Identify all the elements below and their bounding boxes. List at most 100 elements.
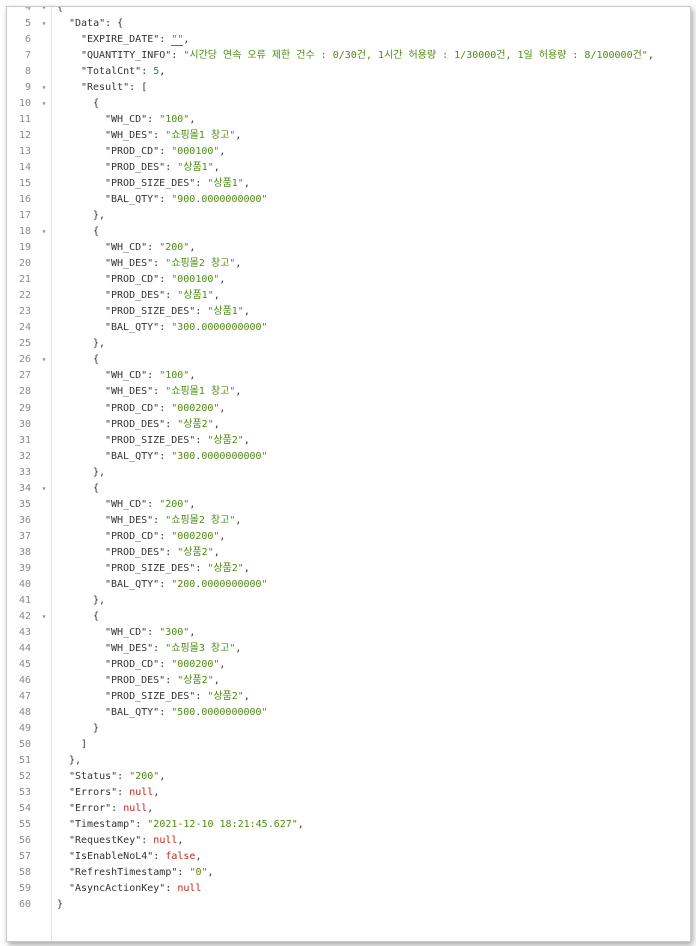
line-number: 33 bbox=[18, 466, 31, 478]
code-text: { bbox=[93, 224, 99, 240]
code-line: 35 "WH_CD": "200", bbox=[7, 497, 690, 513]
line-number: 15 bbox=[18, 178, 31, 190]
json-string: "상품2" bbox=[177, 674, 214, 686]
fold-toggle-icon[interactable]: ▾ bbox=[40, 609, 48, 625]
line-number: 60 bbox=[18, 899, 31, 911]
json-key: "Error" bbox=[69, 803, 112, 814]
json-punctuation: , bbox=[189, 242, 196, 254]
fold-toggle-icon[interactable]: ▾ bbox=[40, 16, 48, 32]
code-text: { bbox=[93, 481, 99, 497]
json-key: "PROD_DES" bbox=[105, 162, 166, 174]
code-text: "PROD_SIZE_DES": "상품1", bbox=[105, 176, 250, 192]
code-line: 23 "PROD_SIZE_DES": "상품1", bbox=[7, 304, 690, 320]
code-line: 42 ▾ { bbox=[7, 609, 690, 625]
code-line: 48 "BAL_QTY": "500.0000000000" bbox=[7, 705, 690, 721]
json-punctuation: , bbox=[195, 851, 202, 863]
json-key: "WH_DES" bbox=[105, 514, 154, 526]
json-punctuation: : bbox=[195, 306, 208, 318]
json-punctuation: , bbox=[297, 819, 304, 831]
code-text: "PROD_CD": "000200", bbox=[105, 657, 225, 673]
line-number: 47 bbox=[18, 690, 31, 702]
code-line: 34 ▾ { bbox=[7, 481, 690, 497]
json-key: "Errors" bbox=[69, 786, 118, 798]
line-number: 5 bbox=[24, 18, 31, 30]
json-punctuation: : bbox=[159, 34, 172, 46]
json-punctuation: }, bbox=[93, 210, 106, 222]
line-number: 51 bbox=[18, 754, 31, 766]
json-punctuation: , bbox=[147, 803, 154, 814]
code-text: "PROD_SIZE_DES": "상품2", bbox=[105, 689, 250, 705]
code-text: "PROD_SIZE_DES": "상품2", bbox=[105, 561, 250, 577]
line-number: 50 bbox=[18, 738, 31, 750]
line-number: 6 bbox=[24, 34, 31, 46]
line-number: 20 bbox=[18, 258, 31, 270]
code-text: "PROD_DES": "상품1", bbox=[105, 288, 220, 304]
code-line: 14 "PROD_DES": "상품1", bbox=[7, 160, 690, 176]
json-punctuation: : [ bbox=[129, 82, 148, 94]
code-line: 52 "Status": "200", bbox=[7, 769, 690, 785]
line-number: 9 bbox=[24, 82, 31, 94]
fold-toggle-icon[interactable]: ▾ bbox=[40, 80, 48, 96]
line-number: 28 bbox=[18, 386, 31, 398]
code-text: } bbox=[57, 897, 63, 913]
code-line: 40 "BAL_QTY": "200.0000000000" bbox=[7, 577, 690, 593]
fold-toggle-icon[interactable]: ▾ bbox=[40, 96, 48, 112]
json-punctuation: : bbox=[141, 66, 154, 78]
code-line: 41}, bbox=[7, 593, 690, 609]
fold-toggle-icon[interactable]: ▾ bbox=[40, 224, 48, 240]
json-string: "500.0000000000" bbox=[171, 706, 268, 718]
line-number: 37 bbox=[18, 530, 31, 542]
json-punctuation: , bbox=[213, 546, 220, 558]
code-line: 37 "PROD_CD": "000200", bbox=[7, 529, 690, 545]
code-text: "TotalCnt": 5, bbox=[81, 64, 165, 80]
code-line: 28 "WH_DES": "쇼핑몰1 창고", bbox=[7, 384, 690, 400]
code-text: }, bbox=[93, 465, 105, 481]
json-punctuation: : { bbox=[105, 18, 124, 30]
json-key: "PROD_DES" bbox=[105, 290, 166, 302]
code-text: "QUANTITY_INFO": "시간당 연속 오류 제한 건수 : 0/30… bbox=[81, 48, 654, 64]
json-string: "300" bbox=[159, 626, 190, 638]
line-number: 25 bbox=[18, 338, 31, 350]
json-string: "상품1" bbox=[207, 306, 244, 318]
json-punctuation: , bbox=[235, 258, 242, 270]
json-punctuation: , bbox=[235, 514, 242, 526]
json-punctuation: , bbox=[213, 674, 220, 686]
code-text: "PROD_CD": "000200", bbox=[105, 401, 225, 417]
line-number: 46 bbox=[18, 674, 31, 686]
json-punctuation: : bbox=[147, 242, 160, 254]
json-string: "100" bbox=[159, 114, 190, 126]
json-punctuation: , bbox=[235, 642, 242, 654]
code-line: 24 "BAL_QTY": "300.0000000000" bbox=[7, 320, 690, 336]
code-line: 6 "EXPIRE_DATE": "", bbox=[7, 32, 690, 48]
json-punctuation: : bbox=[153, 851, 166, 863]
json-string: "쇼핑몰1 창고" bbox=[165, 130, 236, 142]
json-key: "PROD_CD" bbox=[105, 530, 160, 542]
line-number: 53 bbox=[18, 786, 31, 798]
json-viewer-window: 4 ▾{5 ▾ "Data": {6 "EXPIRE_DATE": "", 7 "QUANT… bbox=[6, 6, 691, 942]
fold-toggle-icon[interactable]: ▾ bbox=[40, 7, 48, 16]
code-text: "EXPIRE_DATE": "", bbox=[81, 32, 189, 48]
fold-toggle-icon[interactable]: ▾ bbox=[40, 481, 48, 497]
code-line: 7 "QUANTITY_INFO": "시간당 연속 오류 제한 건수 : 0/3… bbox=[7, 48, 690, 64]
line-number: 42 bbox=[18, 610, 31, 622]
json-key: "PROD_CD" bbox=[105, 274, 160, 286]
json-punctuation: }, bbox=[93, 594, 106, 606]
fold-toggle-icon[interactable]: ▾ bbox=[40, 352, 48, 368]
json-punctuation: : bbox=[147, 114, 160, 126]
code-text: "WH_CD": "100", bbox=[105, 368, 195, 384]
code-text: ] bbox=[81, 737, 87, 753]
code-text: "Error": null, bbox=[69, 801, 153, 817]
json-punctuation: , bbox=[159, 66, 166, 78]
json-key: "WH_DES" bbox=[105, 258, 154, 270]
json-punctuation: , bbox=[235, 386, 242, 398]
json-string: "300.0000000000" bbox=[171, 450, 268, 462]
json-string: "200.0000000000" bbox=[171, 578, 268, 590]
code-editor[interactable]: 4 ▾{5 ▾ "Data": {6 "EXPIRE_DATE": "", 7 "QUANT… bbox=[7, 7, 690, 941]
code-text: } bbox=[93, 721, 99, 737]
json-key: "PROD_SIZE_DES" bbox=[105, 306, 196, 318]
code-line: 10 ▾ { bbox=[7, 96, 690, 112]
json-key: "WH_CD" bbox=[105, 498, 148, 510]
code-text: "AsyncActionKey": null bbox=[69, 881, 201, 897]
line-number: 7 bbox=[24, 50, 31, 62]
json-key: "BAL_QTY" bbox=[105, 194, 160, 206]
